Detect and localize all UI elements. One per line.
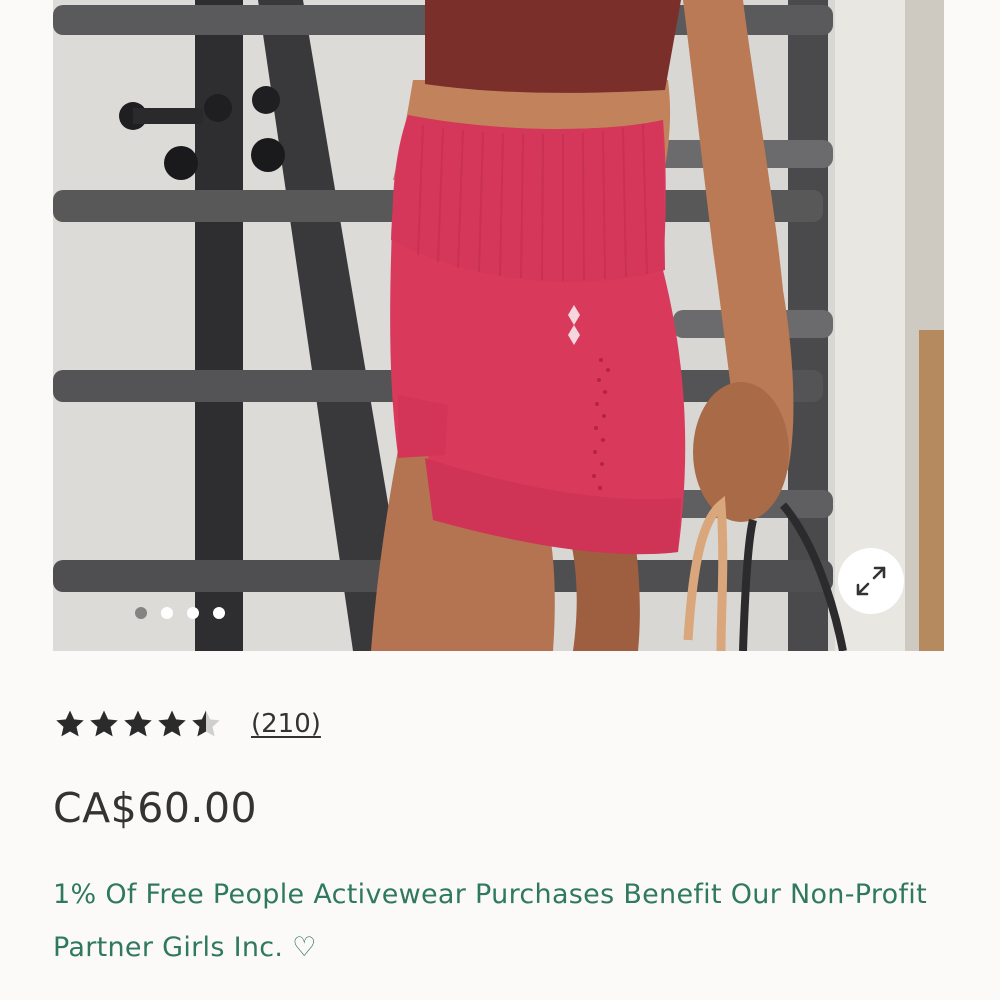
zoom-button[interactable] [838,548,904,614]
charity-benefit-text: 1% Of Free People Activewear Purchases B… [53,879,927,963]
carousel-dot-1[interactable] [135,607,147,619]
product-image[interactable] [53,0,944,651]
star-full-icon [124,710,152,737]
star-full-icon [158,710,186,737]
carousel-dots [135,607,225,619]
rating-row: (210) [53,702,321,746]
carousel-dot-3[interactable] [187,607,199,619]
star-full-icon [56,710,84,737]
product-price: CA$60.00 [53,784,258,832]
star-half-icon [192,710,220,737]
star-full-icon [90,710,118,737]
product-photo [53,0,944,651]
expand-arrows-icon [856,566,886,596]
review-count-link[interactable]: (210) [251,709,321,739]
star-rating [53,707,223,741]
carousel-dot-4[interactable] [213,607,225,619]
carousel-dot-2[interactable] [161,607,173,619]
